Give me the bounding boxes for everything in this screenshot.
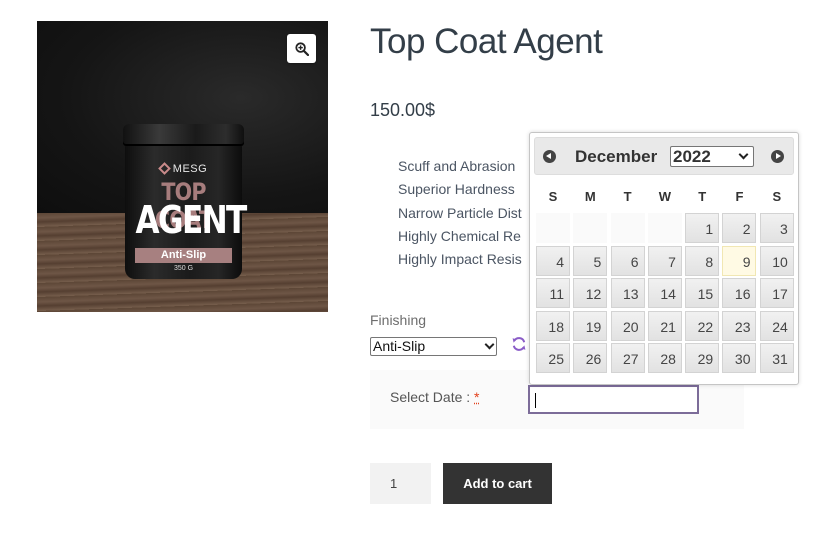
- calendar-day[interactable]: 25: [536, 343, 570, 373]
- finishing-selected-value: Anti-Slip: [373, 338, 426, 354]
- calendar-empty-cell: [647, 213, 682, 243]
- calendar-day[interactable]: 22: [685, 310, 720, 341]
- refresh-icon[interactable]: [511, 336, 527, 352]
- calendar-day[interactable]: 7: [647, 245, 682, 276]
- finishing-label: Finishing: [370, 312, 427, 328]
- product-title: Top Coat Agent: [370, 22, 603, 61]
- calendar-day[interactable]: 14: [647, 278, 682, 308]
- product-jar: MESG TOP COAT AGENT Anti-Slip 350 G: [123, 124, 248, 279]
- calendar-day[interactable]: 31: [759, 343, 794, 373]
- calendar-day[interactable]: 24: [759, 310, 794, 341]
- calendar-day[interactable]: 2: [722, 213, 757, 243]
- jar-label-line2: AGENT: [135, 198, 248, 242]
- calendar-day[interactable]: 10: [759, 245, 794, 276]
- weekday-header: T: [698, 189, 707, 204]
- add-to-cart-button[interactable]: Add to cart: [443, 463, 552, 504]
- calendar-day[interactable]: 19: [573, 310, 608, 341]
- calendar-empty-cell: [610, 213, 645, 243]
- jar-brand: MESG: [125, 162, 242, 175]
- calendar-day[interactable]: 15: [685, 278, 720, 308]
- calendar-day[interactable]: 18: [536, 310, 570, 341]
- calendar-day[interactable]: 4: [536, 245, 570, 276]
- calendar-day[interactable]: 30: [722, 343, 757, 373]
- calendar-day[interactable]: 13: [610, 278, 645, 308]
- weekday-header: S: [548, 189, 558, 204]
- text-cursor: [535, 393, 536, 408]
- chevron-down-icon: [484, 339, 495, 350]
- date-input[interactable]: [528, 385, 699, 414]
- quantity-input[interactable]: 1: [370, 463, 431, 504]
- magnifier-plus-icon: [294, 41, 309, 56]
- datepicker-calendar: S M T W T F S 1 2 3 4 5 6 7 8 9 10 11 12 13 14 15 16 17 18 19 20 21…: [536, 181, 794, 376]
- calendar-day[interactable]: 17: [759, 278, 794, 308]
- calendar-day[interactable]: 20: [610, 310, 645, 341]
- calendar-day[interactable]: 6: [610, 245, 645, 276]
- calendar-day[interactable]: 16: [722, 278, 757, 308]
- calendar-day[interactable]: 1: [685, 213, 720, 243]
- calendar-day[interactable]: 3: [759, 213, 794, 243]
- jar-lid: [123, 124, 244, 146]
- weekday-header: T: [623, 189, 632, 204]
- calendar-day[interactable]: 23: [722, 310, 757, 341]
- jar-body: MESG TOP COAT AGENT Anti-Slip 350 G: [125, 145, 248, 279]
- zoom-button[interactable]: [287, 34, 316, 63]
- datepicker-header: December 2022: [534, 137, 794, 175]
- jar-label-weight: 350 G: [173, 265, 194, 272]
- weekday-header: F: [735, 189, 744, 204]
- weekday-header: S: [772, 189, 782, 204]
- brand-logo-icon: [157, 162, 171, 175]
- calendar-day[interactable]: 28: [647, 343, 682, 373]
- year-select[interactable]: 2022: [670, 146, 754, 167]
- next-month-icon[interactable]: [771, 150, 784, 163]
- year-selected-value: 2022: [673, 147, 711, 166]
- jar-label-band: Anti-Slip: [135, 248, 232, 263]
- calendar-day[interactable]: 12: [573, 278, 608, 308]
- product-image[interactable]: MESG TOP COAT AGENT Anti-Slip 350 G: [37, 21, 328, 312]
- required-marker: *: [474, 389, 480, 405]
- calendar-day[interactable]: 8: [685, 245, 720, 276]
- datepicker-month: December: [575, 147, 658, 166]
- date-field-label: Select Date : *: [390, 389, 480, 405]
- calendar-empty-cell: [573, 213, 608, 243]
- finishing-select[interactable]: Anti-Slip: [370, 337, 497, 356]
- product-price: 150.00$: [370, 100, 436, 120]
- calendar-day[interactable]: 5: [573, 245, 608, 276]
- calendar-day[interactable]: 26: [573, 343, 608, 373]
- calendar-day[interactable]: 11: [536, 278, 570, 308]
- chevron-down-icon: [738, 149, 749, 160]
- calendar-day[interactable]: 29: [685, 343, 720, 373]
- calendar-day-today[interactable]: 9: [722, 245, 757, 276]
- weekday-header: W: [658, 189, 672, 204]
- prev-month-icon[interactable]: [543, 150, 556, 163]
- calendar-day[interactable]: 27: [610, 343, 645, 373]
- datepicker-popup: December 2022 S M T W T F S 1 2 3 4 5 6 7 8 9 10 11 12 13 14…: [529, 132, 799, 385]
- calendar-empty-cell: [536, 213, 570, 243]
- weekday-header: M: [584, 189, 596, 204]
- calendar-day[interactable]: 21: [647, 310, 682, 341]
